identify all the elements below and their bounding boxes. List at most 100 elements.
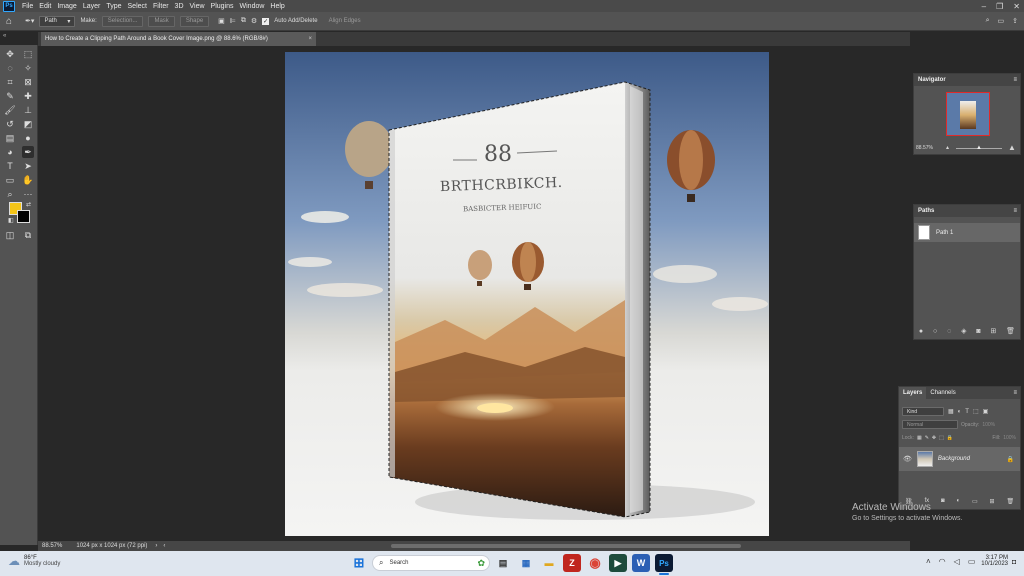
share-icon[interactable]: ⇪ (1012, 17, 1018, 25)
status-zoom[interactable]: 88.57% (42, 543, 62, 549)
brush-tool-icon[interactable]: 🖌 (4, 104, 16, 116)
pen-tool-icon[interactable]: ✒ (22, 146, 34, 158)
adjustment-filter-icon[interactable]: ◐ (958, 409, 962, 415)
fill-value[interactable]: 100% (1003, 435, 1016, 441)
menu-select[interactable]: Select (125, 3, 150, 10)
restore-icon[interactable]: ❐ (996, 2, 1003, 11)
layer-lock-icon[interactable]: 🔒 (1007, 456, 1014, 463)
opacity-value[interactable]: 100% (982, 422, 995, 428)
add-mask-icon[interactable]: ◙ (976, 328, 980, 335)
menu-3d[interactable]: 3D (172, 3, 187, 10)
frame-tool-icon[interactable]: ⊠ (22, 76, 34, 88)
screen-mode-icon[interactable]: ⧉ (22, 229, 34, 241)
navigator-zoom-value[interactable]: 88.57% (916, 145, 933, 151)
group-icon[interactable]: ▭ (972, 498, 978, 505)
fill-path-icon[interactable]: ● (919, 328, 923, 335)
type-filter-icon[interactable]: T (965, 409, 969, 415)
make-shape-button[interactable]: Shape (179, 15, 210, 27)
background-color-swatch[interactable] (17, 210, 30, 223)
menu-view[interactable]: View (187, 3, 208, 10)
document-tab[interactable]: How to Create a Clipping Path Around a B… (41, 32, 316, 46)
lock-artboard-icon[interactable]: ⬚ (939, 435, 944, 441)
eraser-tool-icon[interactable]: ◩ (22, 118, 34, 130)
photoshop-taskbar-icon[interactable]: Ps (655, 554, 673, 572)
navigator-thumbnail[interactable] (946, 92, 990, 136)
zoom-in-icon[interactable]: ▲ (1008, 143, 1016, 152)
lock-position-icon[interactable]: ✥ (932, 435, 936, 441)
home-icon[interactable]: ⌂ (6, 16, 12, 27)
chrome-icon[interactable]: ◉ (586, 554, 604, 572)
gear-icon[interactable]: ⚙ (251, 17, 257, 25)
default-colors-icon[interactable]: ◧ (8, 217, 14, 224)
more-tools-icon[interactable]: ··· (22, 188, 34, 200)
menu-layer[interactable]: Layer (80, 3, 104, 10)
menu-plugins[interactable]: Plugins (208, 3, 237, 10)
toolbar-collapse-icon[interactable]: « (3, 33, 6, 39)
quick-mask-icon[interactable]: ◫ (4, 229, 16, 241)
horizontal-scrollbar[interactable] (391, 544, 742, 548)
widgets-icon[interactable]: ▦ (517, 554, 535, 572)
path-selection-tool-icon[interactable]: ➤ (22, 160, 34, 172)
path-arrangement-icon[interactable]: ⧉ (241, 17, 246, 25)
swap-colors-icon[interactable]: ⇄ (26, 201, 31, 208)
zoom-slider-thumb[interactable]: ▲ (976, 145, 982, 151)
windows-start-icon[interactable]: ⊞ (350, 554, 368, 572)
horizontal-scroll-left-icon[interactable]: ‹ (163, 543, 165, 549)
notification-icon[interactable]: ◘ (1012, 559, 1016, 566)
weather-widget[interactable]: ☁ 86°F Mostly cloudy (8, 554, 60, 568)
rectangle-tool-icon[interactable]: ▭ (4, 174, 16, 186)
lock-all-icon[interactable]: 🔒 (947, 435, 953, 441)
status-arrow-icon[interactable]: › (155, 543, 157, 549)
menu-edit[interactable]: Edit (36, 3, 54, 10)
shape-filter-icon[interactable]: ⬚ (973, 408, 979, 415)
word-icon[interactable]: W (632, 554, 650, 572)
wifi-icon[interactable]: ◠ (939, 557, 946, 566)
file-explorer-icon[interactable]: ▬ (540, 554, 558, 572)
lock-image-icon[interactable]: ✎ (925, 435, 929, 441)
visibility-eye-icon[interactable]: 👁 (903, 455, 912, 463)
document-canvas[interactable]: 88 BRTHCRBIKCH. BASBICTER HEIFUIC (285, 52, 769, 536)
smart-filter-icon[interactable]: ▣ (983, 408, 989, 415)
tray-overflow-icon[interactable]: ˄ (926, 557, 931, 566)
make-mask-button[interactable]: Mask (148, 15, 175, 27)
load-as-selection-icon[interactable]: ◌ (947, 328, 951, 335)
zoom-tool-icon[interactable]: ⌕ (4, 188, 16, 200)
menu-image[interactable]: Image (54, 3, 79, 10)
close-tab-icon[interactable]: × (308, 36, 312, 42)
zoom-out-icon[interactable]: ▴ (946, 144, 949, 151)
crop-tool-icon[interactable]: ⌗ (4, 76, 16, 88)
stamp-tool-icon[interactable]: ⊥ (22, 104, 34, 116)
move-tool-icon[interactable]: ✥ (4, 48, 16, 60)
clock[interactable]: 3:17 PM 10/1/2023 (972, 555, 1008, 567)
minimize-icon[interactable]: – (982, 2, 986, 11)
tab-layers[interactable]: Layers (899, 387, 927, 399)
filezilla-icon[interactable]: Z (563, 554, 581, 572)
panel-menu-icon[interactable]: ≡ (1013, 77, 1017, 83)
kind-filter-select[interactable]: Kind (902, 407, 944, 416)
layer-row[interactable]: 👁 Background 🔒 (899, 447, 1020, 471)
volume-icon[interactable]: ◁ (954, 557, 960, 566)
pen-tool-preset-icon[interactable]: ✒▾ (25, 17, 34, 25)
lasso-tool-icon[interactable]: ◌ (4, 62, 16, 74)
hand-tool-icon[interactable]: ✋ (22, 174, 34, 186)
menu-filter[interactable]: Filter (150, 3, 172, 10)
blend-mode-select[interactable]: Normal (902, 420, 958, 429)
magic-wand-tool-icon[interactable]: ✧ (22, 62, 34, 74)
app-icon[interactable]: ▶ (609, 554, 627, 572)
type-tool-icon[interactable]: T (4, 160, 16, 172)
menu-help[interactable]: Help (267, 3, 287, 10)
workspace-icon[interactable]: ▭ (998, 17, 1005, 25)
menu-type[interactable]: Type (103, 3, 124, 10)
path-operations-icon[interactable]: ▣ (218, 17, 225, 25)
tab-channels[interactable]: Channels (926, 387, 959, 399)
healing-brush-tool-icon[interactable]: ✚ (22, 90, 34, 102)
delete-layer-icon[interactable]: 🗑 (1006, 498, 1014, 505)
task-view-icon[interactable]: ▤ (494, 554, 512, 572)
artboard-tool-icon[interactable]: ⬚ (22, 48, 34, 60)
auto-add-delete-checkbox[interactable]: ✓ (262, 17, 270, 25)
new-path-icon[interactable]: ⊞ (990, 327, 996, 335)
taskbar-search-box[interactable]: ⌕ Search ✿ (372, 555, 490, 571)
path-row[interactable]: Path 1 (914, 223, 1020, 242)
lock-pixels-icon[interactable]: ▦ (917, 435, 922, 441)
menu-window[interactable]: Window (237, 3, 268, 10)
